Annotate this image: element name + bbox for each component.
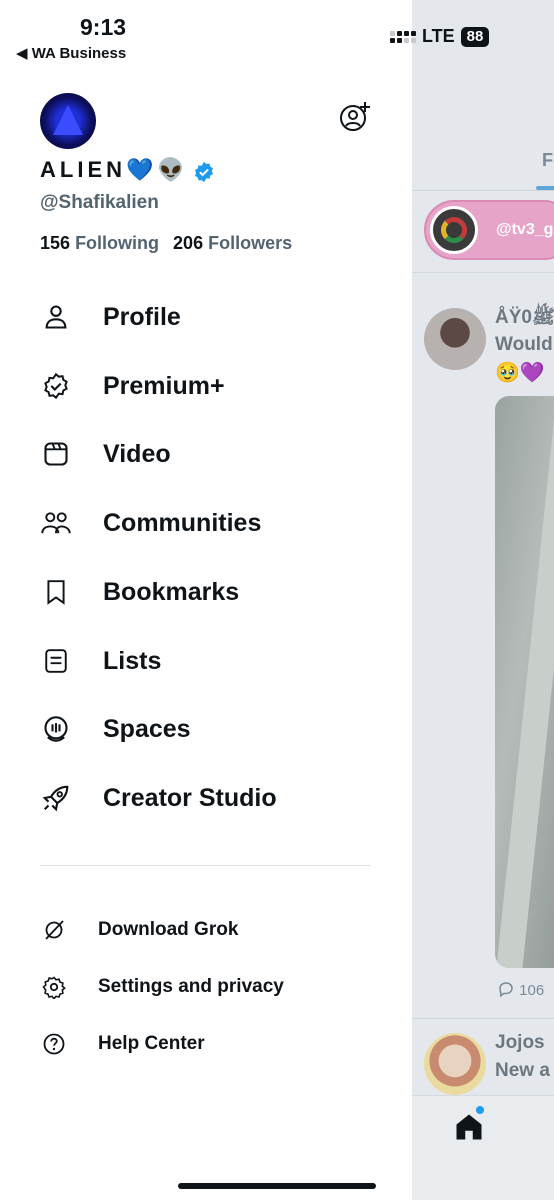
tv3-logo	[430, 206, 478, 254]
divider	[412, 1018, 554, 1019]
menu-item-settings[interactable]: Settings and privacy	[40, 971, 284, 1003]
post-emojis: 🥹💜	[495, 362, 545, 384]
post-author-name: ÅŸ0ﷺ	[495, 307, 554, 328]
status-time: 9:13	[80, 14, 127, 40]
menu-item-label: Lists	[103, 646, 162, 675]
menu-item-creator-studio[interactable]: Creator Studio	[40, 778, 277, 818]
side-drawer: 9:13 ◀ WA Business ALIEN💙👽 @Shafikalien …	[0, 0, 412, 1200]
communities-icon	[41, 512, 71, 534]
menu-item-label: Download Grok	[98, 919, 239, 940]
divider	[412, 190, 554, 191]
menu-item-communities[interactable]: Communities	[40, 503, 261, 543]
avatar[interactable]	[40, 93, 96, 149]
post-text: Would	[495, 334, 553, 355]
username[interactable]: @Shafikalien	[40, 192, 159, 214]
bookmark-icon	[47, 580, 65, 605]
menu-item-label: Video	[103, 439, 171, 468]
menu-item-label: Spaces	[103, 714, 191, 743]
help-icon	[43, 1033, 65, 1055]
followers-label: Followers	[208, 233, 293, 253]
status-indicators: LTE 88	[390, 26, 490, 47]
background-feed[interactable]: Fo @tv3_g ÅŸ0ﷺ Would 🥹💜 106 Jojos New a	[412, 0, 554, 1200]
menu-item-label: Help Center	[98, 1033, 205, 1054]
post-avatar[interactable]	[424, 1033, 486, 1095]
following-count: 156	[40, 233, 71, 253]
post-author-name: Jojos	[495, 1032, 545, 1053]
person-icon	[45, 305, 67, 329]
home-icon[interactable]	[454, 1112, 484, 1142]
network-type: LTE	[422, 26, 455, 46]
menu-item-help-center[interactable]: Help Center	[40, 1028, 205, 1060]
menu-item-video[interactable]: Video	[40, 434, 171, 474]
reply-count[interactable]: 106	[497, 980, 544, 999]
menu-item-bookmarks[interactable]: Bookmarks	[40, 572, 239, 612]
menu-item-download-grok[interactable]: Download Grok	[40, 914, 238, 946]
video-icon	[44, 442, 68, 466]
spaces-icon	[44, 716, 68, 742]
menu-item-spaces[interactable]: Spaces	[40, 709, 191, 749]
following-label: Following	[75, 233, 160, 253]
menu-item-label: Creator Studio	[103, 783, 277, 812]
menu-item-premium[interactable]: Premium+	[40, 366, 225, 406]
followers-link[interactable]: 206 Followers	[173, 233, 292, 253]
rocket-icon	[42, 785, 69, 812]
signal-icon	[390, 30, 416, 43]
verified-badge-icon	[195, 161, 213, 183]
back-to-app-link[interactable]: ◀ WA Business	[16, 44, 126, 62]
following-link[interactable]: 156 Following	[40, 233, 159, 253]
menu-item-label: Bookmarks	[103, 577, 240, 606]
menu-item-lists[interactable]: Lists	[40, 641, 161, 681]
verified-badge-icon	[44, 372, 68, 400]
live-handle: @tv3_g	[496, 221, 554, 238]
add-account-icon[interactable]	[338, 100, 372, 134]
followers-count: 206	[173, 233, 204, 253]
post-avatar[interactable]	[424, 308, 486, 370]
post-media-image[interactable]	[495, 396, 554, 968]
follow-stats: 156 Following 206 Followers	[40, 233, 292, 254]
grok-icon	[45, 920, 64, 940]
reply-icon	[499, 982, 513, 998]
notification-dot	[476, 1106, 484, 1114]
gear-icon	[42, 976, 66, 999]
display-name: ALIEN💙👽	[40, 157, 189, 182]
list-icon	[45, 649, 67, 673]
live-space-pill[interactable]: @tv3_g	[424, 200, 554, 260]
reply-count-value: 106	[519, 982, 545, 999]
tab-following-partial[interactable]: Fo	[542, 150, 554, 171]
divider	[412, 272, 554, 273]
menu-item-profile[interactable]: Profile	[40, 297, 181, 337]
menu-item-label: Profile	[103, 302, 181, 331]
menu-divider	[40, 865, 371, 866]
bottom-nav	[412, 1095, 554, 1200]
home-indicator[interactable]	[178, 1183, 376, 1189]
menu-item-label: Communities	[103, 508, 262, 537]
post-text: New a	[495, 1060, 550, 1081]
menu-item-label: Settings and privacy	[98, 976, 284, 997]
menu-item-label: Premium+	[103, 371, 225, 400]
battery-icon: 88	[460, 26, 490, 47]
